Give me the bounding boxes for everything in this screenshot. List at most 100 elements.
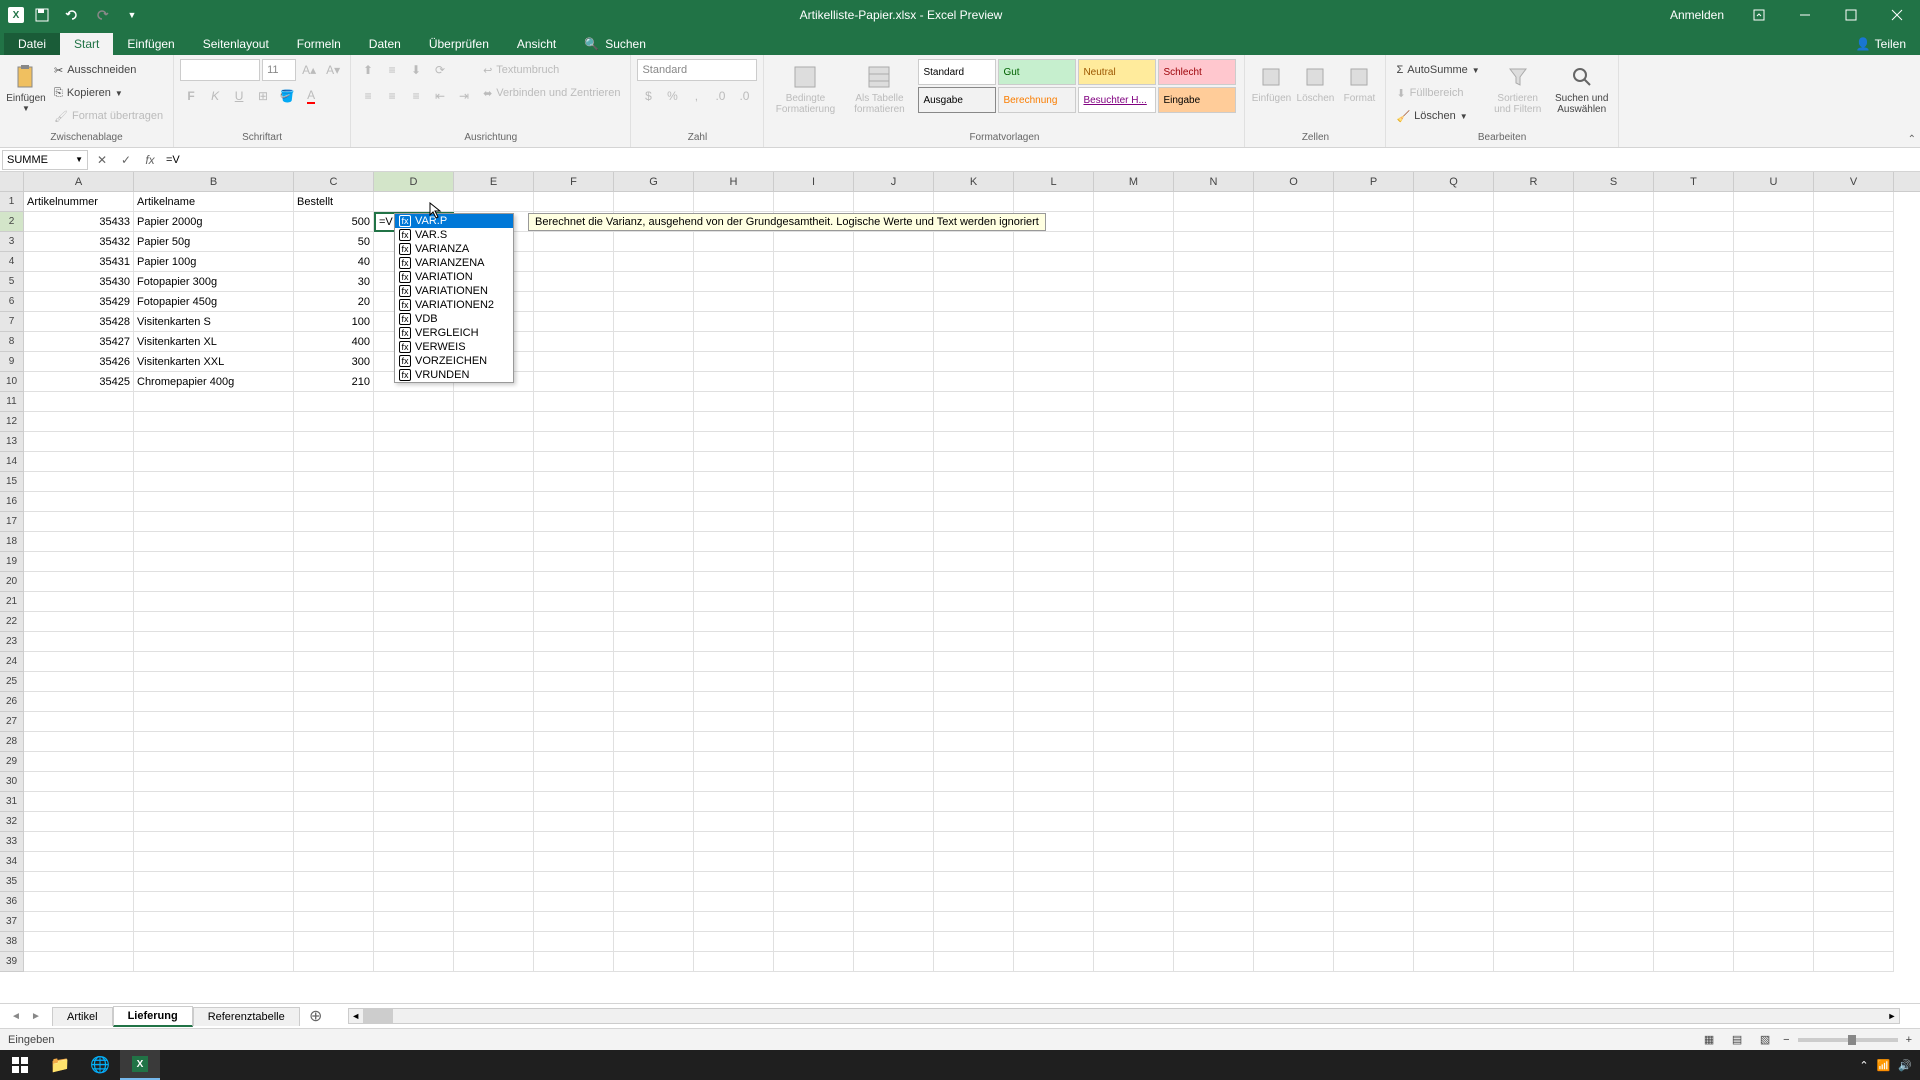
cell-G4[interactable] xyxy=(614,252,694,272)
cell-E35[interactable] xyxy=(454,872,534,892)
cell-P9[interactable] xyxy=(1334,352,1414,372)
tab-start[interactable]: Start xyxy=(60,33,113,55)
col-header-T[interactable]: T xyxy=(1654,172,1734,191)
cell-V15[interactable] xyxy=(1814,472,1894,492)
cell-C8[interactable]: 400 xyxy=(294,332,374,352)
cell-V20[interactable] xyxy=(1814,572,1894,592)
func-item-vrunden[interactable]: fxVRUNDEN xyxy=(395,368,513,382)
cell-C34[interactable] xyxy=(294,852,374,872)
cell-F30[interactable] xyxy=(534,772,614,792)
row-header-34[interactable]: 34 xyxy=(0,852,24,872)
cell-U20[interactable] xyxy=(1734,572,1814,592)
cell-U25[interactable] xyxy=(1734,672,1814,692)
cell-B9[interactable]: Visitenkarten XXL xyxy=(134,352,294,372)
cell-B1[interactable]: Artikelname xyxy=(134,192,294,212)
cell-D29[interactable] xyxy=(374,752,454,772)
cell-H29[interactable] xyxy=(694,752,774,772)
cell-R3[interactable] xyxy=(1494,232,1574,252)
cell-Q37[interactable] xyxy=(1414,912,1494,932)
row-header-5[interactable]: 5 xyxy=(0,272,24,292)
cell-B24[interactable] xyxy=(134,652,294,672)
cell-T32[interactable] xyxy=(1654,812,1734,832)
cell-V25[interactable] xyxy=(1814,672,1894,692)
cell-N28[interactable] xyxy=(1174,732,1254,752)
row-header-12[interactable]: 12 xyxy=(0,412,24,432)
cell-U18[interactable] xyxy=(1734,532,1814,552)
cell-S16[interactable] xyxy=(1574,492,1654,512)
ribbon-options-button[interactable] xyxy=(1736,0,1782,30)
format-painter-button[interactable]: 🖌Format übertragen xyxy=(50,105,167,127)
cell-C28[interactable] xyxy=(294,732,374,752)
cell-E25[interactable] xyxy=(454,672,534,692)
cell-S7[interactable] xyxy=(1574,312,1654,332)
cell-L9[interactable] xyxy=(1014,352,1094,372)
cell-U21[interactable] xyxy=(1734,592,1814,612)
cell-Q10[interactable] xyxy=(1414,372,1494,392)
cell-G32[interactable] xyxy=(614,812,694,832)
cell-M9[interactable] xyxy=(1094,352,1174,372)
cell-N32[interactable] xyxy=(1174,812,1254,832)
cell-H34[interactable] xyxy=(694,852,774,872)
cell-I37[interactable] xyxy=(774,912,854,932)
cell-B32[interactable] xyxy=(134,812,294,832)
cell-O11[interactable] xyxy=(1254,392,1334,412)
cell-M1[interactable] xyxy=(1094,192,1174,212)
cell-M39[interactable] xyxy=(1094,952,1174,972)
cell-C12[interactable] xyxy=(294,412,374,432)
cell-H26[interactable] xyxy=(694,692,774,712)
cell-E36[interactable] xyxy=(454,892,534,912)
cell-O8[interactable] xyxy=(1254,332,1334,352)
cell-U22[interactable] xyxy=(1734,612,1814,632)
cell-J29[interactable] xyxy=(854,752,934,772)
cell-L4[interactable] xyxy=(1014,252,1094,272)
cell-K37[interactable] xyxy=(934,912,1014,932)
cell-U16[interactable] xyxy=(1734,492,1814,512)
cell-L28[interactable] xyxy=(1014,732,1094,752)
cell-T3[interactable] xyxy=(1654,232,1734,252)
cell-H1[interactable] xyxy=(694,192,774,212)
col-header-D[interactable]: D xyxy=(374,172,454,191)
cell-K1[interactable] xyxy=(934,192,1014,212)
cell-E15[interactable] xyxy=(454,472,534,492)
cell-J9[interactable] xyxy=(854,352,934,372)
cell-S27[interactable] xyxy=(1574,712,1654,732)
cell-C5[interactable]: 30 xyxy=(294,272,374,292)
cell-M34[interactable] xyxy=(1094,852,1174,872)
cell-F10[interactable] xyxy=(534,372,614,392)
start-button[interactable] xyxy=(0,1050,40,1080)
cell-L33[interactable] xyxy=(1014,832,1094,852)
cell-I4[interactable] xyxy=(774,252,854,272)
cell-H24[interactable] xyxy=(694,652,774,672)
cell-R14[interactable] xyxy=(1494,452,1574,472)
cell-J4[interactable] xyxy=(854,252,934,272)
cell-I8[interactable] xyxy=(774,332,854,352)
row-header-1[interactable]: 1 xyxy=(0,192,24,212)
cell-O4[interactable] xyxy=(1254,252,1334,272)
cell-P13[interactable] xyxy=(1334,432,1414,452)
cell-M16[interactable] xyxy=(1094,492,1174,512)
cell-V21[interactable] xyxy=(1814,592,1894,612)
cell-I19[interactable] xyxy=(774,552,854,572)
row-header-32[interactable]: 32 xyxy=(0,812,24,832)
cell-O5[interactable] xyxy=(1254,272,1334,292)
row-header-30[interactable]: 30 xyxy=(0,772,24,792)
func-item-vdb[interactable]: fxVDB xyxy=(395,312,513,326)
cell-K39[interactable] xyxy=(934,952,1014,972)
cell-R23[interactable] xyxy=(1494,632,1574,652)
row-header-3[interactable]: 3 xyxy=(0,232,24,252)
border-button[interactable]: ⊞ xyxy=(252,85,274,107)
cell-R5[interactable] xyxy=(1494,272,1574,292)
cell-R13[interactable] xyxy=(1494,432,1574,452)
cell-D39[interactable] xyxy=(374,952,454,972)
select-all-button[interactable] xyxy=(0,172,24,192)
cell-M27[interactable] xyxy=(1094,712,1174,732)
row-header-20[interactable]: 20 xyxy=(0,572,24,592)
cell-M35[interactable] xyxy=(1094,872,1174,892)
cell-A14[interactable] xyxy=(24,452,134,472)
cell-K16[interactable] xyxy=(934,492,1014,512)
cell-Q18[interactable] xyxy=(1414,532,1494,552)
cell-G33[interactable] xyxy=(614,832,694,852)
cell-N35[interactable] xyxy=(1174,872,1254,892)
cell-A20[interactable] xyxy=(24,572,134,592)
cell-O27[interactable] xyxy=(1254,712,1334,732)
